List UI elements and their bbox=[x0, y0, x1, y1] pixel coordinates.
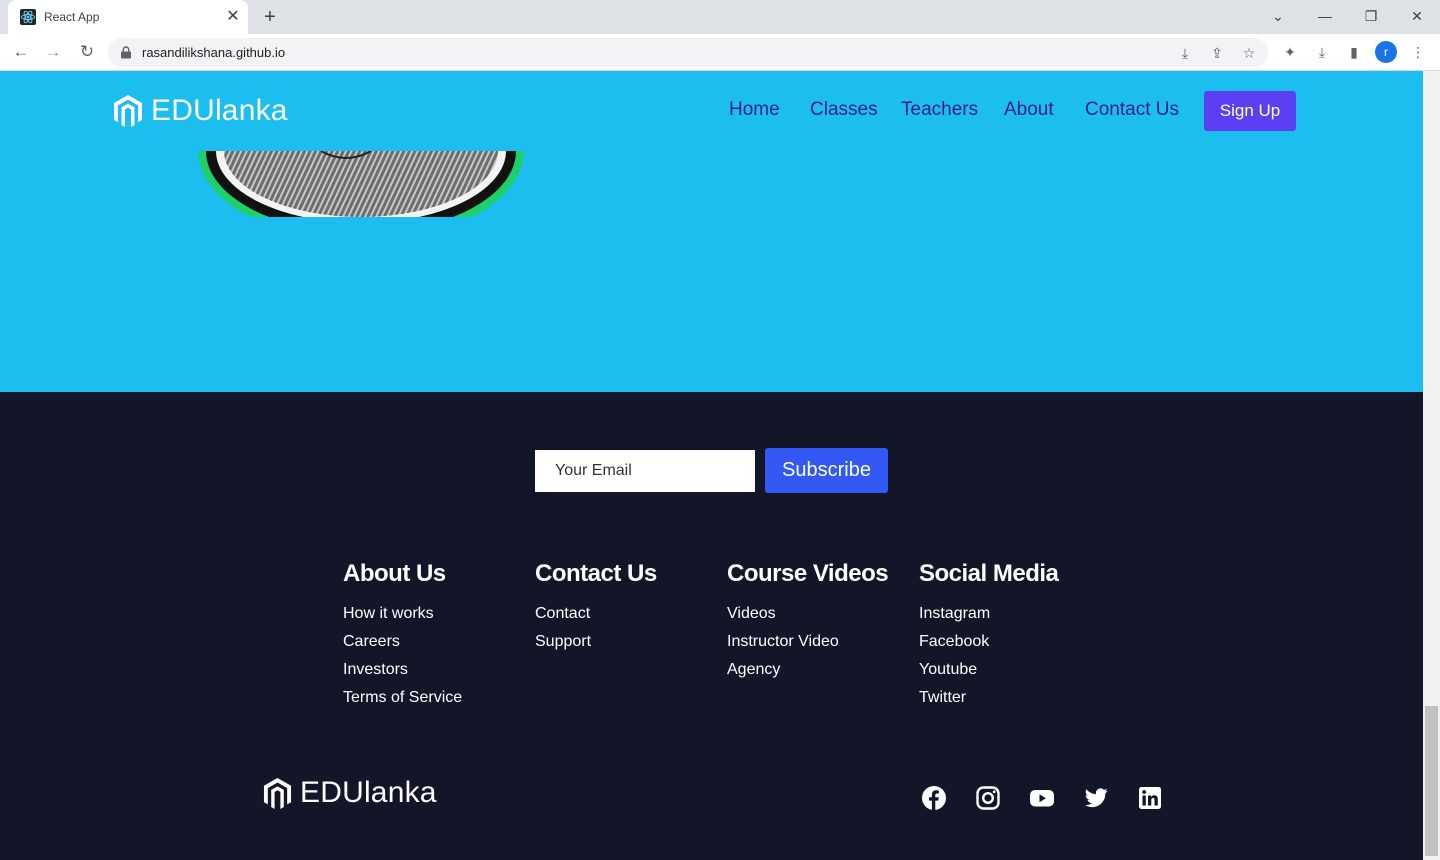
browser-tab[interactable]: React App ✕ bbox=[8, 0, 248, 34]
footer-link-how-it-works[interactable]: How it works bbox=[343, 604, 523, 632]
reload-icon[interactable]: ↻ bbox=[74, 40, 100, 64]
footer-brand-name: EDUlanka bbox=[300, 776, 437, 809]
site-footer: Subscribe About Us How it works Careers … bbox=[0, 392, 1423, 860]
url-text: rasandilikshana.github.io bbox=[142, 45, 286, 60]
footer-column-social-media: Social Media Instagram Facebook Youtube … bbox=[919, 560, 1099, 716]
brand-name: EDUlanka bbox=[151, 94, 288, 127]
footer-link-instructor-video[interactable]: Instructor Video bbox=[727, 632, 907, 660]
nav-link-classes[interactable]: Classes bbox=[810, 99, 878, 121]
subscribe-button[interactable]: Subscribe bbox=[765, 448, 888, 493]
instagram-icon[interactable] bbox=[975, 785, 1001, 811]
footer-link-videos[interactable]: Videos bbox=[727, 604, 907, 632]
tab-title: React App bbox=[44, 10, 100, 24]
brand-logo-icon bbox=[114, 95, 142, 127]
footer-column-about-us: About Us How it works Careers Investors … bbox=[343, 560, 523, 716]
share-icon[interactable]: ⇪ bbox=[1208, 44, 1226, 62]
back-icon[interactable]: ← bbox=[8, 40, 34, 64]
footer-column-contact-us: Contact Us Contact Support bbox=[535, 560, 715, 660]
brand-logo[interactable]: EDUlanka bbox=[113, 93, 288, 129]
footer-column-title: Contact Us bbox=[535, 560, 657, 587]
install-app-icon[interactable]: ⤓ bbox=[1176, 44, 1194, 62]
footer-column-course-videos: Course Videos Videos Instructor Video Ag… bbox=[727, 560, 907, 688]
hero-image bbox=[198, 151, 524, 217]
tab-search-icon[interactable]: ⌄ bbox=[1263, 4, 1293, 28]
footer-link-agency[interactable]: Agency bbox=[727, 660, 907, 688]
menu-kebab-icon[interactable]: ⋮ bbox=[1408, 42, 1428, 62]
forward-icon[interactable]: → bbox=[40, 40, 66, 64]
footer-column-title: Course Videos bbox=[727, 560, 889, 587]
sign-up-button[interactable]: Sign Up bbox=[1204, 91, 1296, 131]
profile-avatar[interactable]: r bbox=[1375, 41, 1397, 63]
lock-icon bbox=[121, 46, 131, 59]
youtube-icon[interactable] bbox=[1029, 785, 1055, 811]
footer-link-terms-of-service[interactable]: Terms of Service bbox=[343, 688, 523, 716]
nav-link-teachers[interactable]: Teachers bbox=[901, 99, 978, 121]
nav-link-about[interactable]: About bbox=[1004, 99, 1054, 121]
react-favicon-icon bbox=[20, 9, 36, 25]
side-panel-icon[interactable]: ▮ bbox=[1344, 42, 1364, 62]
restore-icon[interactable]: ❐ bbox=[1356, 4, 1386, 28]
footer-link-youtube[interactable]: Youtube bbox=[919, 660, 1099, 688]
facebook-icon[interactable] bbox=[921, 785, 947, 811]
linkedin-icon[interactable] bbox=[1137, 785, 1163, 811]
footer-link-contact[interactable]: Contact bbox=[535, 604, 715, 632]
footer-link-facebook[interactable]: Facebook bbox=[919, 632, 1099, 660]
site-navbar: EDUlanka Home Classes Teachers About Con… bbox=[0, 71, 1423, 151]
footer-link-instagram[interactable]: Instagram bbox=[919, 604, 1099, 632]
footer-link-twitter[interactable]: Twitter bbox=[919, 688, 1099, 716]
twitter-icon[interactable] bbox=[1083, 785, 1109, 811]
nav-link-home[interactable]: Home bbox=[729, 99, 780, 121]
email-input[interactable] bbox=[535, 450, 755, 492]
page-scrollbar[interactable] bbox=[1423, 71, 1440, 860]
extensions-icon[interactable]: ✦ bbox=[1280, 42, 1300, 62]
brand-logo-icon bbox=[263, 777, 292, 809]
scrollbar-thumb[interactable] bbox=[1425, 706, 1438, 856]
page-viewport: EDUlanka Home Classes Teachers About Con… bbox=[0, 71, 1423, 860]
new-tab-icon[interactable]: + bbox=[258, 6, 282, 28]
bookmark-star-icon[interactable]: ☆ bbox=[1240, 44, 1258, 62]
browser-tab-strip: React App ✕ + ⌄ — ❐ ✕ bbox=[0, 0, 1440, 34]
downloads-icon[interactable]: ⤓ bbox=[1312, 42, 1332, 62]
footer-column-title: Social Media bbox=[919, 560, 1059, 587]
close-tab-icon[interactable]: ✕ bbox=[224, 8, 242, 26]
nav-link-contact-us[interactable]: Contact Us bbox=[1085, 99, 1179, 121]
minimize-icon[interactable]: — bbox=[1310, 4, 1340, 28]
footer-link-careers[interactable]: Careers bbox=[343, 632, 523, 660]
browser-toolbar: ← → ↻ rasandilikshana.github.io ⤓ ⇪ ☆ ✦ … bbox=[0, 34, 1440, 71]
footer-link-investors[interactable]: Investors bbox=[343, 660, 523, 688]
address-bar[interactable]: rasandilikshana.github.io ⤓ ⇪ ☆ bbox=[108, 38, 1268, 67]
footer-brand-logo[interactable]: EDUlanka bbox=[263, 776, 437, 810]
close-window-icon[interactable]: ✕ bbox=[1402, 4, 1432, 28]
footer-link-support[interactable]: Support bbox=[535, 632, 715, 660]
footer-column-title: About Us bbox=[343, 560, 446, 587]
